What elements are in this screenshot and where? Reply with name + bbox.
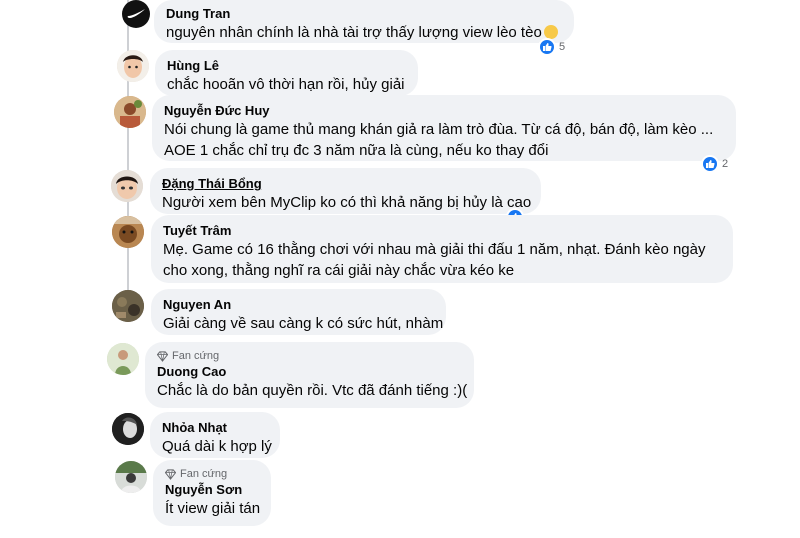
comment-author[interactable]: Nguyen An bbox=[163, 296, 434, 313]
reaction-summary[interactable]: 5 bbox=[538, 38, 565, 56]
avatar[interactable] bbox=[117, 50, 149, 82]
comment-author[interactable]: Nguyễn Sơn bbox=[165, 481, 259, 498]
avatar[interactable] bbox=[112, 413, 144, 445]
like-icon bbox=[701, 155, 719, 173]
reaction-count: 5 bbox=[559, 41, 566, 53]
comment-text: Chắc là do bản quyền rồi. Vtc đã đánh ti… bbox=[157, 382, 468, 399]
comment-text: Giải càng về sau càng k có sức hút, nhàm bbox=[163, 315, 444, 332]
emoji-icon bbox=[543, 25, 558, 39]
comment-text: nguyên nhân chính là nhà tài trợ thấy lư… bbox=[166, 22, 562, 43]
comment-bubble: Fan cứng Nguyễn Sơn Ít view giải tán bbox=[153, 460, 271, 526]
avatar[interactable] bbox=[122, 0, 150, 28]
comment-text: AOE 1 chắc chỉ trụ đc 3 năm nữa là cùng,… bbox=[164, 142, 549, 159]
comment-text: chắc hooãn vô thời hạn rồi, hủy giải bbox=[167, 76, 405, 93]
comment-author[interactable]: Đặng Thái Bổng bbox=[162, 175, 529, 192]
avatar[interactable] bbox=[115, 461, 147, 493]
comment-bubble: Fan cứng Duong Cao Chắc là do bản quyền … bbox=[145, 342, 474, 408]
diamond-icon bbox=[165, 468, 176, 480]
avatar[interactable] bbox=[114, 96, 146, 128]
comment-text: Quá dài k hợp lý bbox=[162, 438, 272, 455]
fan-badge: Fan cứng bbox=[157, 349, 462, 363]
comment-author[interactable]: Nhỏa Nhạt bbox=[162, 419, 268, 436]
comment-author[interactable]: Dung Tran bbox=[166, 5, 562, 22]
comment-bubble: Đặng Thái Bổng Người xem bên MyClip ko c… bbox=[150, 168, 541, 214]
avatar[interactable] bbox=[112, 290, 144, 322]
comment-bubble: Nguyen An Giải càng về sau càng k có sức… bbox=[151, 289, 446, 335]
fan-badge: Fan cứng bbox=[165, 467, 259, 481]
reaction-count: 2 bbox=[722, 158, 729, 170]
comment-bubble: Dung Tran nguyên nhân chính là nhà tài t… bbox=[154, 0, 574, 43]
comment-bubble: Hùng Lê chắc hooãn vô thời hạn rồi, hủy … bbox=[155, 50, 418, 96]
avatar[interactable] bbox=[112, 216, 144, 248]
comment-author[interactable]: Hùng Lê bbox=[167, 57, 406, 74]
comment-author[interactable]: Duong Cao bbox=[157, 363, 462, 380]
comment-bubble: Tuyết Trâm Mẹ. Game có 16 thằng chơi với… bbox=[151, 215, 733, 283]
diamond-icon bbox=[157, 350, 168, 362]
avatar[interactable] bbox=[111, 170, 143, 202]
comment-author[interactable]: Tuyết Trâm bbox=[163, 222, 721, 239]
comment-bubble: Nguyễn Đức Huy Nói chung là game thủ man… bbox=[152, 95, 736, 161]
comment-text: Mẹ. Game có 16 thằng chơi với nhau mà gi… bbox=[163, 241, 706, 258]
comment-bubble: Nhỏa Nhạt Quá dài k hợp lý bbox=[150, 412, 280, 458]
reaction-summary[interactable]: 2 bbox=[701, 155, 728, 173]
like-icon bbox=[538, 38, 556, 56]
comment-text: Ít view giải tán bbox=[165, 500, 261, 517]
avatar[interactable] bbox=[107, 343, 139, 375]
comment-text: Người xem bên MyClip ko có thì khả năng … bbox=[162, 194, 532, 211]
comment-text: Nói chung là game thủ mang khán giả ra l… bbox=[164, 121, 714, 138]
comment-text: cho xong, thằng nghĩ ra cái giải này chắ… bbox=[163, 262, 515, 279]
comment-author[interactable]: Nguyễn Đức Huy bbox=[164, 102, 724, 119]
